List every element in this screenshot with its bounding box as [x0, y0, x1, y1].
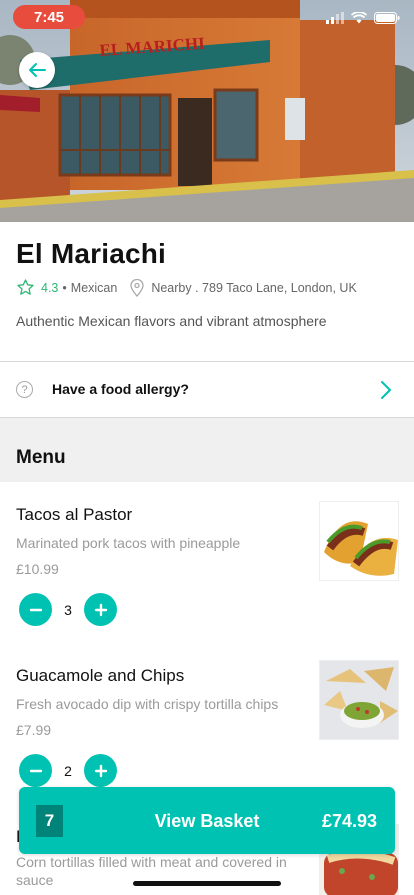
restaurant-name: El Mariachi: [16, 238, 167, 269]
star-icon: [17, 279, 34, 295]
chevron-right-icon: [381, 381, 391, 399]
basket-total: £74.93: [321, 811, 377, 831]
rating-value: 4.3: [41, 280, 59, 295]
home-indicator[interactable]: [133, 881, 281, 886]
plus-icon: [94, 603, 107, 616]
question-icon: ?: [16, 381, 33, 398]
wifi-icon: [351, 12, 367, 24]
back-button[interactable]: [19, 52, 55, 88]
decrease-quantity-button[interactable]: [19, 754, 52, 787]
restaurant-meta: 4.3 • Mexican Nearby . 789 Taco Lane, Lo…: [16, 278, 357, 297]
minus-icon: [29, 608, 42, 611]
food-allergy-label: Have a food allergy?: [52, 381, 189, 397]
quantity-value: 3: [64, 601, 72, 618]
increase-quantity-button[interactable]: [84, 754, 117, 787]
minus-icon: [29, 769, 42, 772]
decrease-quantity-button[interactable]: [19, 593, 52, 626]
menu-item-price: £10.99: [16, 561, 59, 577]
plus-icon: [94, 764, 107, 777]
status-time: 7:45: [13, 5, 85, 29]
menu-item-price: £7.99: [16, 722, 52, 738]
menu-section-header: Menu: [0, 418, 414, 482]
meta-separator: •: [62, 280, 67, 295]
quantity-stepper: 2: [19, 754, 117, 787]
battery-icon: [374, 12, 400, 24]
menu-item-description: Fresh avocado dip with crispy tortilla c…: [16, 696, 279, 712]
cellular-signal-icon: [326, 12, 344, 24]
menu-item-image: [319, 501, 399, 581]
menu-item-name: Guacamole and Chips: [16, 666, 185, 685]
restaurant-description: Authentic Mexican flavors and vibrant at…: [16, 313, 327, 329]
quantity-value: 2: [64, 762, 72, 779]
location-pin-icon: [130, 278, 144, 297]
arrow-left-icon: [29, 63, 46, 77]
cuisine-label: Mexican: [70, 280, 118, 295]
menu-item-name: Tacos al Pastor: [16, 505, 133, 524]
quantity-stepper: 3: [19, 593, 117, 626]
menu-title: Menu: [16, 447, 66, 468]
food-allergy-row[interactable]: ? Have a food allergy?: [0, 362, 414, 417]
menu-item-image: [319, 660, 399, 740]
menu-item-description: Marinated pork tacos with pineapple: [16, 535, 241, 551]
location-label: Nearby . 789 Taco Lane, London, UK: [151, 280, 357, 295]
view-basket-button[interactable]: 7 View Basket £74.93: [19, 787, 395, 854]
status-icons: [326, 12, 400, 24]
restaurant-hero-image: EL MARICHI 7:45: [0, 0, 414, 222]
increase-quantity-button[interactable]: [84, 593, 117, 626]
